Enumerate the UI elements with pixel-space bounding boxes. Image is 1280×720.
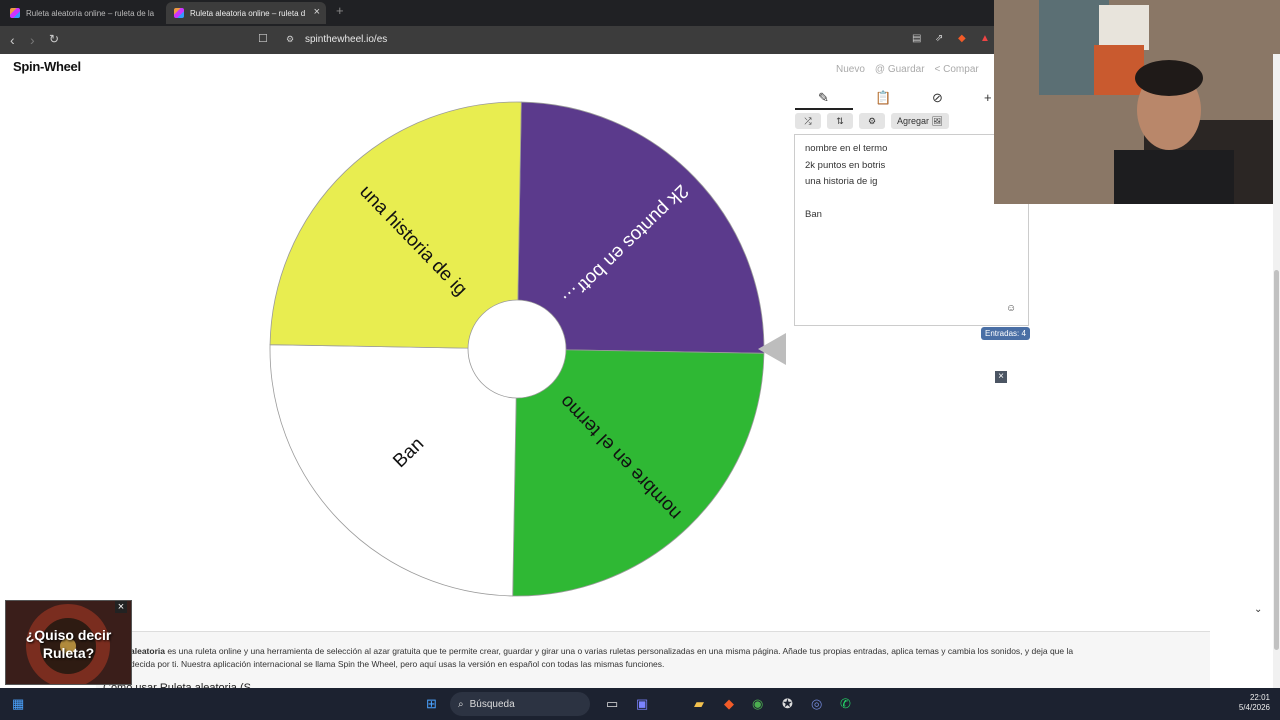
whatsapp-icon[interactable]: ✆ — [840, 696, 851, 712]
wheel-pointer — [758, 333, 786, 365]
brave-icon[interactable]: ◆ — [724, 696, 734, 712]
description-line1: es una ruleta online y una herramienta d… — [164, 646, 1074, 656]
entry-line: una historia de ig — [805, 176, 878, 187]
close-ad-icon[interactable]: × — [115, 601, 127, 613]
active-tab-indicator — [795, 108, 853, 110]
settings-button[interactable]: ⚙ — [859, 113, 885, 129]
wheel-segment[interactable] — [269, 344, 518, 597]
emoji-icon[interactable]: ☺ — [1006, 303, 1016, 314]
taskbar: ▦ ⊞ ⌕ Búsqueda ▭ ▣ ▰ ◆ ◉ ✪ ◎ ✆ 22:01 5/4… — [0, 688, 1280, 720]
webcam-overlay — [994, 0, 1280, 204]
entry-line — [805, 191, 887, 208]
brave-shield-icon[interactable]: ◆ — [958, 33, 966, 44]
app-icon[interactable]: ✪ — [782, 696, 793, 712]
entries-count-badge: Entradas: 4 — [981, 327, 1030, 340]
shuffle-button[interactable]: ⤮ — [795, 113, 821, 129]
chevron-down-icon[interactable]: ⌄ — [1254, 604, 1262, 615]
entry-line: Ban — [805, 209, 822, 220]
panel-tabs: ✎ 📋 ⊘ + — [795, 88, 995, 110]
entries-list: nombre en el termo 2k puntos en botris u… — [805, 141, 887, 224]
entry-line: nombre en el termo — [805, 143, 888, 154]
add-icon[interactable]: + — [984, 90, 992, 105]
share-button[interactable]: < Compar — [935, 64, 979, 75]
clipboard-icon[interactable]: 📋 — [875, 90, 891, 106]
webcam-image — [994, 0, 1280, 204]
system-clock[interactable]: 22:01 5/4/2026 — [1230, 693, 1270, 713]
add-image-button[interactable]: Agregar 🖼 — [891, 113, 949, 129]
discord-icon[interactable]: ◎ — [811, 696, 822, 712]
windows-icon[interactable]: ▦ — [12, 696, 24, 712]
entries-toolbar: ⤮ ⇅ ⚙ Agregar 🖼 — [795, 113, 949, 129]
rewards-icon[interactable]: ▲ — [980, 33, 990, 44]
description-text: aleatoria es una ruleta online y una her… — [130, 645, 1180, 671]
reader-icon[interactable]: ▤ — [912, 33, 921, 44]
start-icon[interactable]: ⊞ — [426, 696, 437, 712]
search-label: Búsqueda — [469, 698, 515, 710]
chrome-icon[interactable]: ◉ — [752, 696, 763, 712]
spin-wheel[interactable]: 2k puntos en botr…nombre en el termoBanu… — [0, 0, 800, 620]
ad-text: ¿Quiso decir Ruleta? — [25, 627, 112, 661]
search-icon: ⌕ — [458, 698, 464, 710]
ad-banner[interactable]: ¿Quiso decir Ruleta? — [5, 600, 132, 685]
clock-date: 5/4/2026 — [1238, 703, 1270, 712]
edit-icon[interactable]: ✎ — [818, 90, 829, 106]
hide-icon[interactable]: ⊘ — [932, 90, 943, 106]
entry-line: 2k puntos en botris — [805, 159, 886, 171]
clock-time: 22:01 — [1249, 693, 1270, 702]
description-line2: decida por ti. Nuestra aplicación intern… — [130, 659, 665, 669]
description-bold: aleatoria — [130, 646, 165, 656]
save-button[interactable]: @ Guardar — [875, 64, 925, 75]
wheel-center[interactable] — [467, 299, 567, 399]
header-actions: Nuevo @ Guardar < Compar — [836, 64, 979, 75]
file-explorer-icon[interactable]: ▰ — [694, 696, 704, 712]
teams-icon[interactable]: ▣ — [636, 696, 648, 712]
taskbar-search[interactable]: ⌕ Búsqueda — [450, 692, 590, 716]
new-button[interactable]: Nuevo — [836, 64, 865, 75]
close-icon[interactable]: × — [995, 371, 1007, 383]
share-icon[interactable]: ⇗ — [935, 33, 943, 44]
scrollbar-thumb[interactable] — [1274, 270, 1279, 650]
task-view-icon[interactable]: ▭ — [606, 696, 618, 712]
sort-button[interactable]: ⇅ — [827, 113, 853, 129]
